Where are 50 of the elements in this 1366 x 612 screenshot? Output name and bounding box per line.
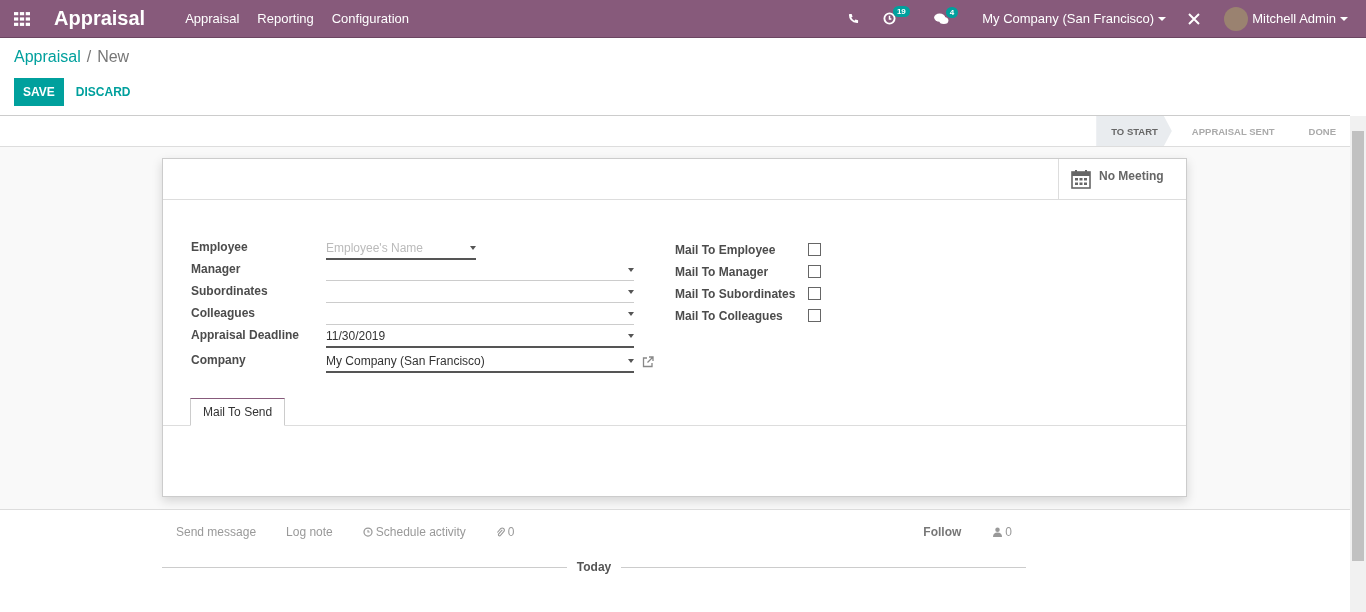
log-note-link[interactable]: Log note <box>286 525 333 539</box>
stage-button[interactable]: TO START <box>1096 116 1172 146</box>
breadcrumb-link[interactable]: Appraisal <box>14 48 81 66</box>
meeting-button[interactable]: No Meeting <box>1058 159 1186 199</box>
select-field[interactable]: 11/30/2019 <box>326 326 634 348</box>
menu-item[interactable]: Reporting <box>257 11 314 26</box>
notebook-tab[interactable]: Mail To Send <box>190 398 286 426</box>
schedule-activity-link[interactable]: Schedule activity <box>362 525 466 539</box>
checkbox-label: Mail To Manager <box>675 264 770 279</box>
app-title: Appraisal <box>54 7 146 30</box>
field-label: Company <box>191 352 247 367</box>
checkbox[interactable] <box>808 264 821 278</box>
date-divider-label: Today <box>576 560 612 574</box>
field-label: Appraisal Deadline <box>191 327 301 342</box>
breadcrumb-separator: / <box>86 48 92 66</box>
scrollbar[interactable] <box>1350 116 1366 612</box>
save-button[interactable]: SAVE <box>14 78 64 106</box>
paperclip-icon <box>495 526 505 538</box>
message-count-badge: 4 <box>945 6 959 18</box>
checkbox[interactable] <box>808 308 821 322</box>
person-icon <box>993 527 1003 537</box>
external-link-icon[interactable] <box>642 356 654 368</box>
attachments-link[interactable]: 0 <box>495 525 515 539</box>
clock-icon[interactable] <box>882 12 896 25</box>
follow-link[interactable]: Follow <box>923 525 962 539</box>
breadcrumb-current: New <box>97 48 130 66</box>
field-label: Colleagues <box>191 305 257 320</box>
checkbox[interactable] <box>808 242 821 256</box>
menu-item[interactable]: Configuration <box>331 11 410 26</box>
company-switcher[interactable]: My Company (San Francisco) <box>982 11 1167 26</box>
checkbox-label: Mail To Colleagues <box>675 308 784 323</box>
field-label: Employee <box>191 239 249 254</box>
select-field[interactable]: Employee's Name <box>326 238 476 260</box>
discard-button[interactable]: DISCARD <box>67 78 139 106</box>
field-label: Subordinates <box>191 283 269 298</box>
send-message-link[interactable]: Send message <box>176 525 257 539</box>
apps-grid-icon[interactable] <box>14 11 30 26</box>
menu-item[interactable]: Appraisal <box>185 11 240 26</box>
followers-link[interactable]: 0 <box>993 525 1012 539</box>
phone-icon[interactable] <box>847 13 859 24</box>
calendar-icon <box>1071 169 1091 189</box>
activity-count-badge: 19 <box>892 6 910 17</box>
clock-icon <box>362 527 373 537</box>
chat-icon[interactable] <box>933 12 949 25</box>
field-label: Manager <box>191 261 242 276</box>
checkbox-label: Mail To Subordinates <box>675 286 797 301</box>
checkbox-label: Mail To Employee <box>675 242 777 257</box>
checkbox[interactable] <box>808 286 821 300</box>
user-menu[interactable]: Mitchell Admin <box>1252 11 1348 26</box>
select-field[interactable]: My Company (San Francisco) <box>326 351 634 373</box>
